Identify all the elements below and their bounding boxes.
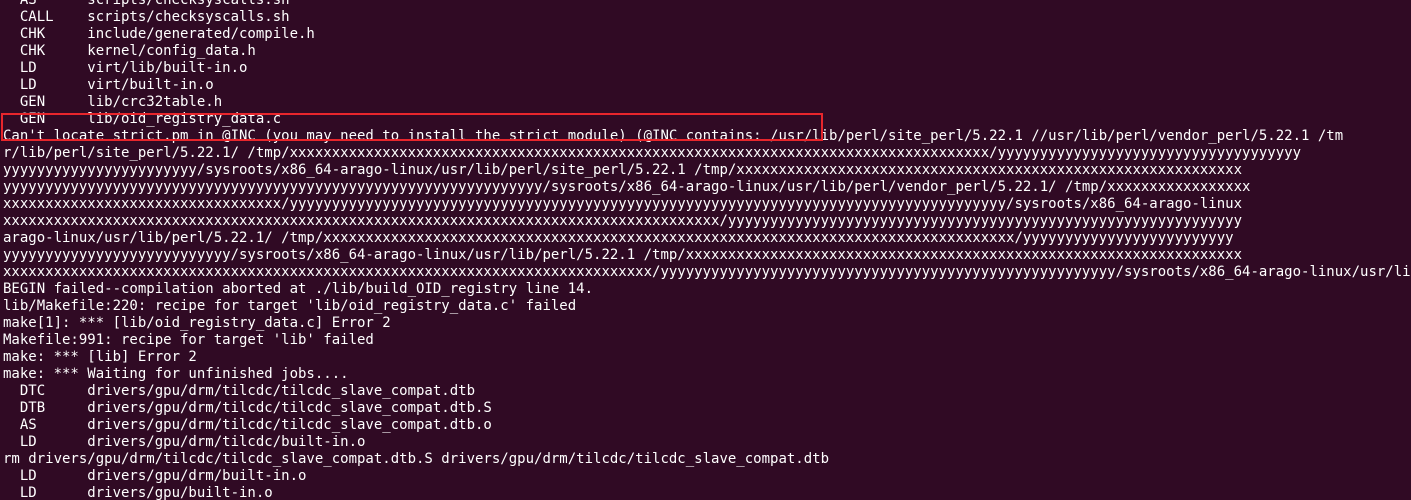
output-line: CHK include/generated/compile.h bbox=[3, 26, 315, 42]
terminal-output: AS scripts/checksyscalls.sh CALL scripts… bbox=[3, 0, 1411, 500]
output-line: xxxxxxxxxxxxxxxxxxxxxxxxxxxxxxxxxxxxxxxx… bbox=[3, 213, 1243, 229]
output-line: make: *** [lib] Error 2 bbox=[3, 349, 197, 365]
output-line: LD virt/built-in.o bbox=[3, 77, 214, 93]
output-line: GEN lib/oid_registry_data.c bbox=[3, 111, 282, 127]
output-line: rm drivers/gpu/drm/tilcdc/tilcdc_slave_c… bbox=[3, 451, 830, 467]
output-line: yyyyyyyyyyyyyyyyyyyyyyyyyyy/sysroots/x86… bbox=[3, 247, 1243, 263]
output-line: arago-linux/usr/lib/perl/5.22.1/ /tmp/xx… bbox=[3, 230, 1234, 246]
output-line: GEN lib/crc32table.h bbox=[3, 94, 223, 110]
output-line: DTB drivers/gpu/drm/tilcdc/tilcdc_slave_… bbox=[3, 400, 492, 416]
output-line: LD drivers/gpu/built-in.o bbox=[3, 485, 273, 500]
terminal-window[interactable]: AS scripts/checksyscalls.sh CALL scripts… bbox=[0, 0, 1411, 500]
output-line: xxxxxxxxxxxxxxxxxxxxxxxxxxxxxxxxx/yyyyyy… bbox=[3, 196, 1243, 212]
output-line: yyyyyyyyyyyyyyyyyyyyyyy/sysroots/x86_64-… bbox=[3, 162, 1243, 178]
output-line: CALL scripts/checksyscalls.sh bbox=[3, 9, 290, 25]
output-line: BEGIN failed--compilation aborted at ./l… bbox=[3, 281, 594, 297]
output-line: lib/Makefile:220: recipe for target 'lib… bbox=[3, 298, 577, 314]
output-line: LD drivers/gpu/drm/tilcdc/built-in.o bbox=[3, 434, 366, 450]
output-line: LD virt/lib/built-in.o bbox=[3, 60, 248, 76]
output-line: AS drivers/gpu/drm/tilcdc/tilcdc_slave_c… bbox=[3, 417, 492, 433]
output-line: xxxxxxxxxxxxxxxxxxxxxxxxxxxxxxxxxxxxxxxx… bbox=[3, 264, 1411, 280]
output-line: make: *** Waiting for unfinished jobs...… bbox=[3, 366, 349, 382]
output-line: Makefile:991: recipe for target 'lib' fa… bbox=[3, 332, 374, 348]
output-line: AS scripts/checksyscalls.sh bbox=[3, 0, 290, 8]
output-line: r/lib/perl/site_perl/5.22.1/ /tmp/xxxxxx… bbox=[3, 145, 1302, 161]
output-line: LD drivers/gpu/drm/built-in.o bbox=[3, 468, 307, 484]
output-line: DTC drivers/gpu/drm/tilcdc/tilcdc_slave_… bbox=[3, 383, 476, 399]
error-line-strict-pm: Can't locate strict.pm in @INC (you may … bbox=[3, 128, 1344, 144]
output-line: yyyyyyyyyyyyyyyyyyyyyyyyyyyyyyyyyyyyyyyy… bbox=[3, 179, 1251, 195]
output-line: CHK kernel/config_data.h bbox=[3, 43, 256, 59]
output-line: make[1]: *** [lib/oid_registry_data.c] E… bbox=[3, 315, 391, 331]
